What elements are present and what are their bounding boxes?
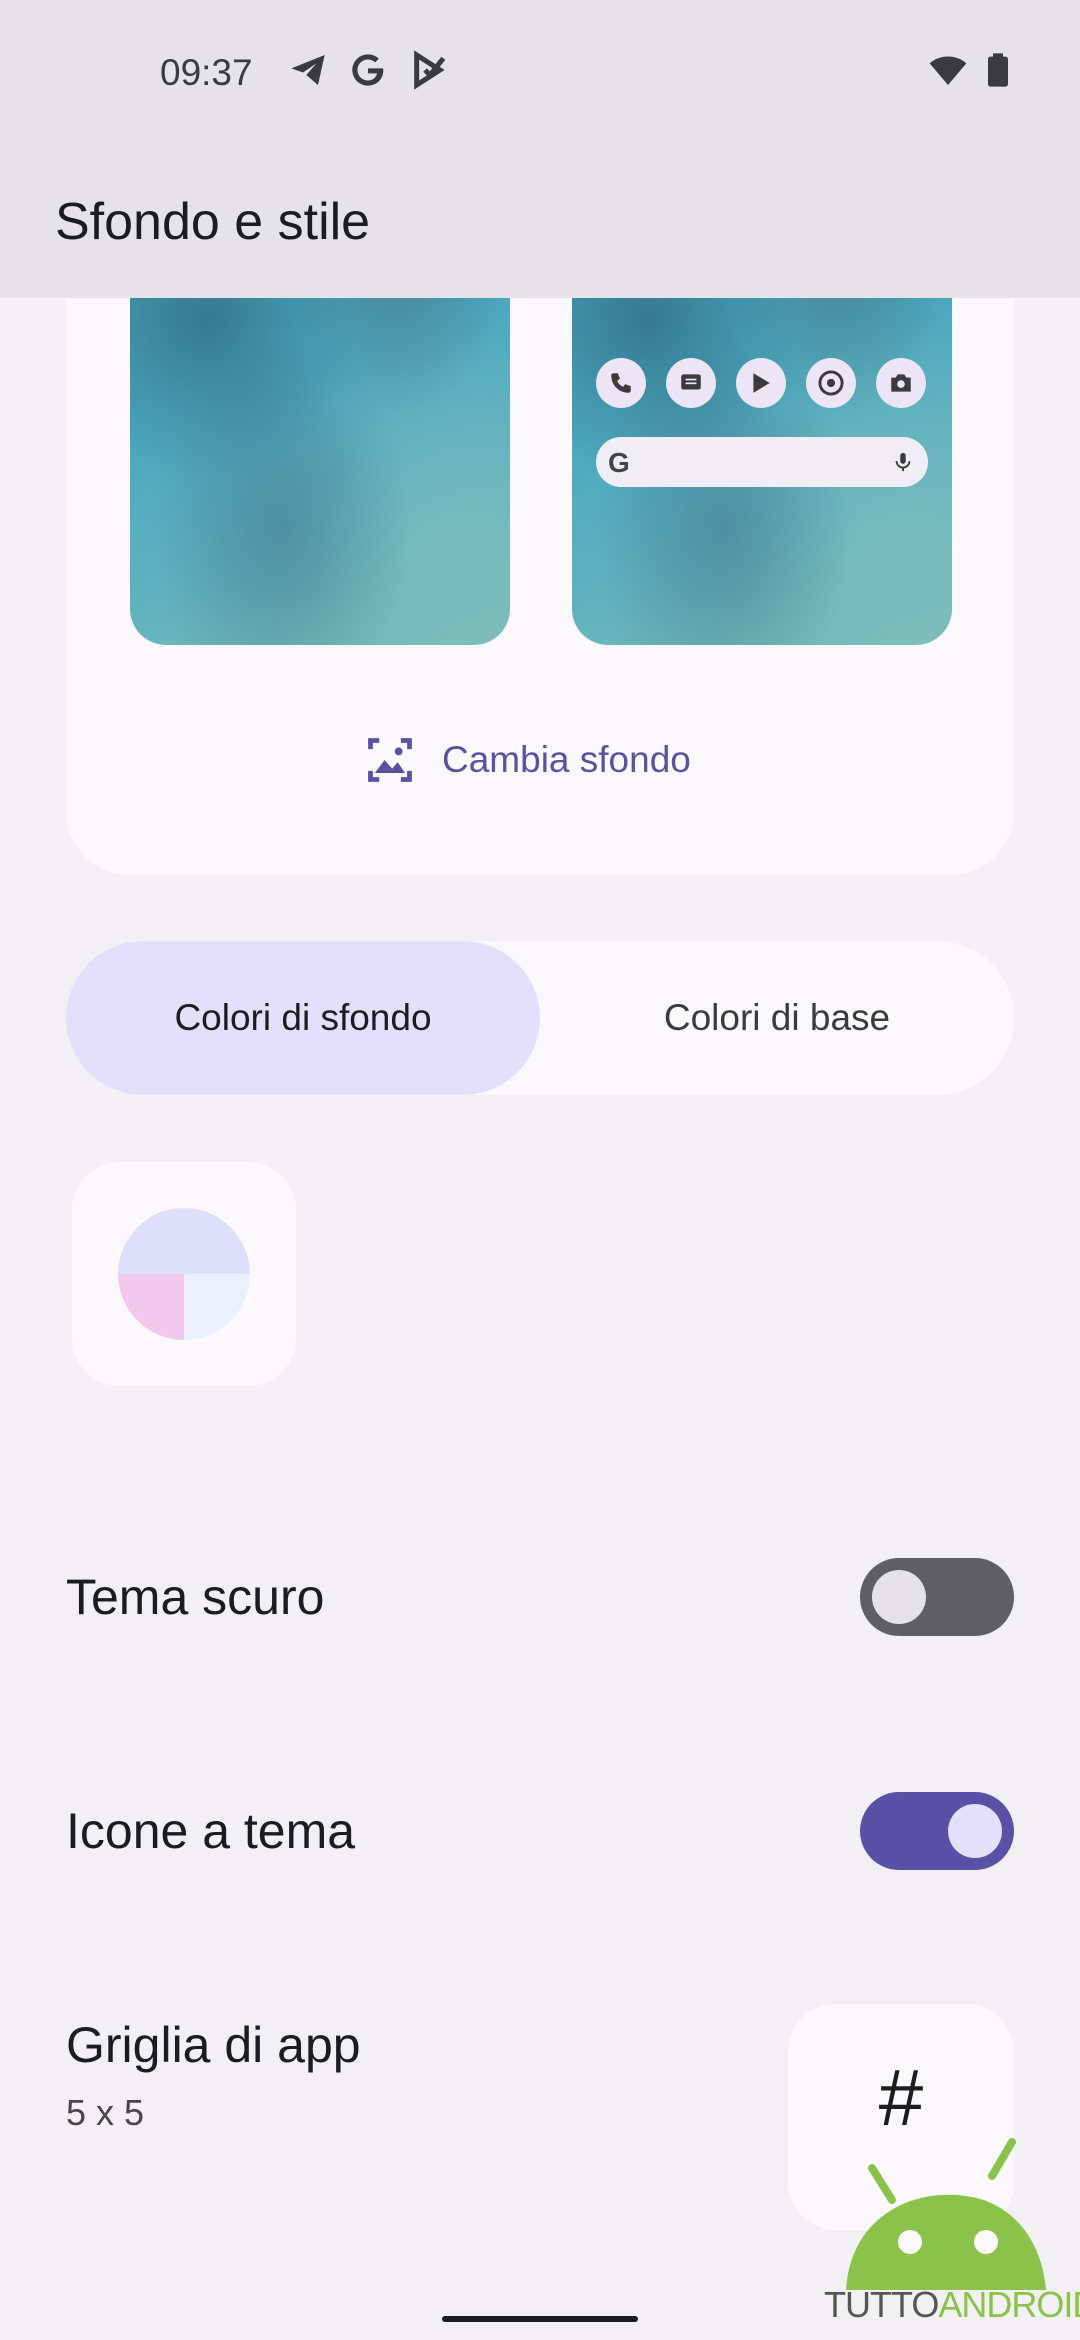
- app-grid-label[interactable]: Griglia di app: [66, 2016, 361, 2074]
- chrome-icon: [806, 358, 856, 408]
- battery-icon: [988, 53, 1008, 87]
- toggle-knob: [948, 1804, 1002, 1858]
- messages-icon: [666, 358, 716, 408]
- dark-theme-toggle[interactable]: [860, 1558, 1014, 1636]
- top-app-bar: 09:37 Sfondo e stile: [0, 0, 1080, 298]
- app-grid-value: 5 x 5: [66, 2092, 145, 2133]
- tasks-icon: [414, 50, 446, 90]
- color-swatch-icon: [118, 1208, 250, 1340]
- telegram-icon: [291, 55, 325, 85]
- google-search-logo: G: [608, 447, 630, 478]
- google-icon: [352, 54, 384, 86]
- change-wallpaper-label: Cambia sfondo: [442, 739, 691, 780]
- mic-icon: [895, 452, 911, 472]
- dark-theme-label: Tema scuro: [66, 1569, 325, 1625]
- wifi-icon: [929, 56, 967, 85]
- color-option-tile[interactable]: [72, 1162, 296, 1386]
- gesture-nav-handle[interactable]: [442, 2316, 638, 2322]
- tab-wallpaper-colors[interactable]: Colori di sfondo: [66, 941, 540, 1095]
- themed-icons-label: Icone a tema: [66, 1803, 356, 1859]
- status-time: 09:37: [160, 52, 253, 93]
- watermark-text: TUTTOANDROID: [824, 2284, 1080, 2325]
- page-title: Sfondo e stile: [55, 193, 371, 251]
- tab-basic-colors[interactable]: Colori di base: [540, 941, 1014, 1095]
- search-bar: G: [596, 437, 928, 487]
- wallpaper-icon: [368, 738, 412, 782]
- camera-icon: [876, 358, 926, 408]
- color-source-tabs: Colori di sfondo Colori di base: [66, 941, 1014, 1095]
- toggle-knob: [872, 1570, 926, 1624]
- play-store-icon: [736, 358, 786, 408]
- themed-icons-toggle[interactable]: [860, 1792, 1014, 1870]
- change-wallpaper-button[interactable]: Cambia sfondo: [364, 730, 691, 790]
- phone-icon: [596, 358, 646, 408]
